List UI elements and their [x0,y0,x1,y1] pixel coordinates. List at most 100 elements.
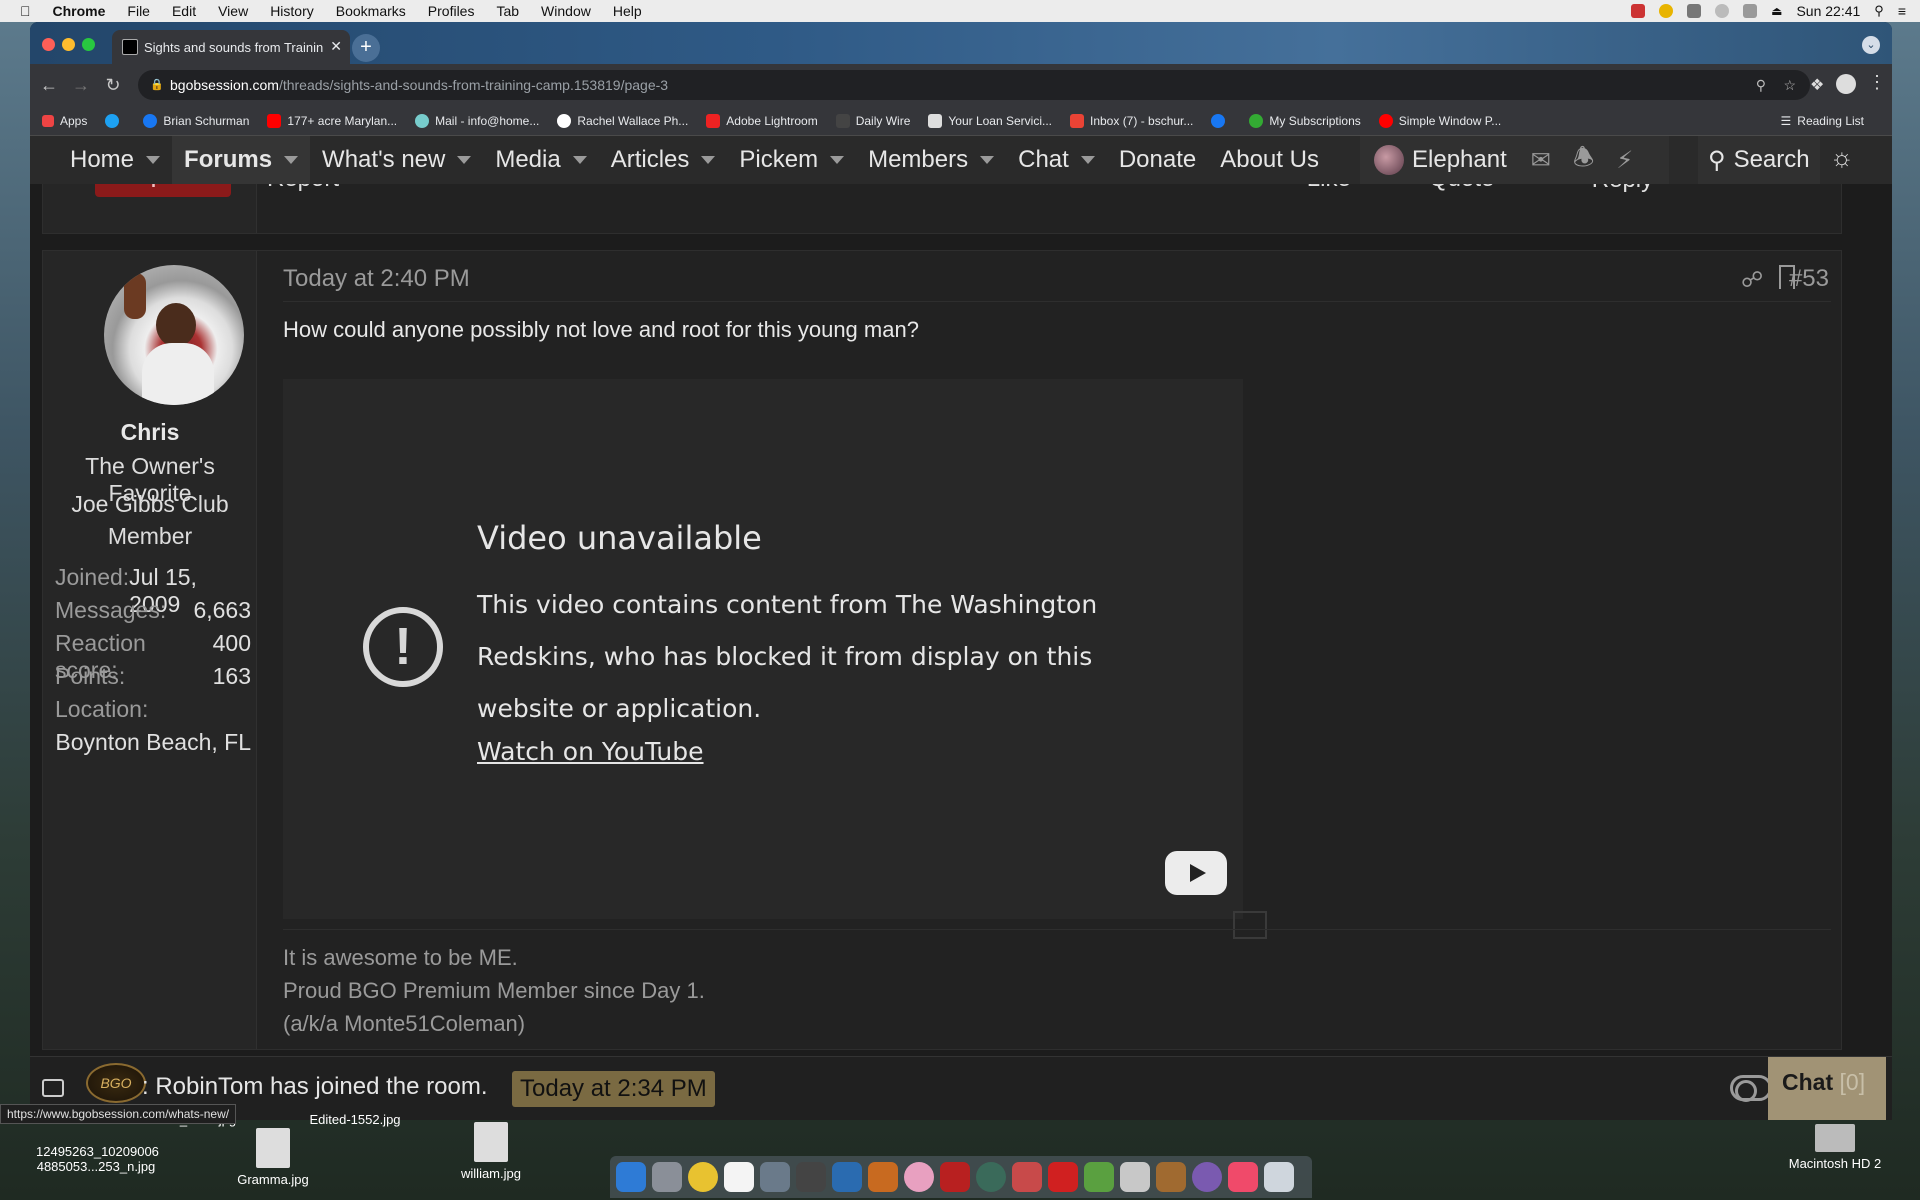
launchpad-icon[interactable] [652,1162,682,1192]
share-icon[interactable]: ☍ [1741,267,1763,293]
control-center-icon[interactable]: ≡ [1898,3,1906,19]
calendar-icon[interactable] [724,1162,754,1192]
location-value[interactable]: Boynton Beach, FL [43,729,251,756]
maximize-window-button[interactable] [82,38,95,51]
trash-icon[interactable] [1264,1162,1294,1192]
bookmark-star-icon[interactable]: ☆ [1783,70,1796,100]
post-number[interactable]: #53 [1789,265,1829,293]
app-icon[interactable] [1084,1162,1114,1192]
extensions-icon[interactable]: ❖ [1810,75,1824,95]
apple-icon[interactable]:  [20,3,31,19]
nav-pickem[interactable]: Pickem [727,136,856,184]
desktop-file[interactable]: Edited-1552.jpg [300,1112,410,1127]
bookmark-twitter[interactable] [105,113,125,128]
menu-bookmarks[interactable]: Bookmarks [336,3,406,19]
app-icon[interactable] [832,1162,862,1192]
menu-history[interactable]: History [270,3,314,19]
pip-icon[interactable] [1233,911,1267,939]
bookmark-mail[interactable]: Mail - info@home... [415,113,539,128]
bookmark-apps[interactable]: Apps [42,114,87,128]
desktop-file[interactable]: william.jpg [446,1122,536,1181]
music-icon[interactable] [1228,1162,1258,1192]
app-icon[interactable] [760,1162,790,1192]
keynote-icon[interactable] [868,1162,898,1192]
menubar-clock[interactable]: Sun 22:41 [1796,3,1860,19]
user-avatar[interactable] [104,265,244,405]
nav-whats-new[interactable]: What's new [310,136,483,184]
author-name[interactable]: Chris [43,419,257,446]
chat-button[interactable]: Chat [0] [1768,1057,1886,1120]
address-bar[interactable]: 🔒 bgobsession.com/threads/sights-and-sou… [138,70,1810,100]
zoom-icon[interactable]: ⚲ [1756,70,1766,100]
reload-button[interactable]: ↻ [100,72,126,98]
eject-icon[interactable]: ⏏ [1771,4,1782,18]
close-tab-icon[interactable]: ✕ [330,38,342,55]
browser-tab[interactable]: Sights and sounds from Trainin ✕ [112,30,350,64]
tab-search-icon[interactable]: ⌄ [1862,36,1880,54]
stat-value[interactable]: 163 [213,663,251,690]
spotlight-search-icon[interactable]: ⚲ [1874,3,1884,19]
nav-home[interactable]: Home [58,136,172,184]
garageband-icon[interactable] [1156,1162,1186,1192]
nav-members[interactable]: Members [856,136,1006,184]
profile-avatar-icon[interactable] [1836,74,1856,94]
chevron-down-icon[interactable] [457,156,472,164]
nav-donate[interactable]: Donate [1107,136,1208,184]
style-toggle-bulb-icon[interactable]: ☼ [1830,142,1854,173]
volume-icon[interactable] [1687,4,1702,18]
chat-toggle[interactable] [1730,1075,1772,1102]
nav-forums[interactable]: Forums [172,136,311,184]
nav-articles[interactable]: Articles [599,136,728,184]
preview-icon[interactable] [1120,1162,1150,1192]
minimize-window-button[interactable] [62,38,75,51]
stat-value[interactable]: 6,663 [193,597,251,624]
photos-icon[interactable] [904,1162,934,1192]
watch-on-youtube-link[interactable]: Watch on YouTube [477,737,704,766]
time-machine-icon[interactable] [1715,4,1730,18]
bell-icon[interactable]: 🕭︎ [1573,140,1594,181]
search-button[interactable]: ⚲ Search [1698,136,1820,184]
menu-window[interactable]: Window [541,3,591,19]
lightning-icon[interactable]: ⚡︎ [1616,146,1633,175]
menu-tab[interactable]: Tab [496,3,519,19]
desktop-file[interactable]: Gramma.jpg [228,1128,318,1187]
nav-chat[interactable]: Chat [1006,136,1107,184]
embedded-video[interactable]: ! Video unavailable This video contains … [283,379,1243,919]
bookmark-simple-window[interactable]: Simple Window P... [1378,113,1501,128]
youtube-play-icon[interactable] [1165,851,1227,895]
chevron-down-icon[interactable] [146,156,161,164]
desktop-drive[interactable]: Macintosh HD 2 [1780,1124,1890,1171]
bookmark-facebook[interactable] [1211,113,1231,128]
nav-media[interactable]: Media [483,136,598,184]
bookmark-facebook-brian[interactable]: Brian Schurman [143,113,249,128]
browser-menu-icon[interactable]: ⋮ [1868,72,1886,93]
post-date[interactable]: Today at 2:40 PM [283,265,470,293]
fl-studio-icon[interactable] [1048,1162,1078,1192]
reading-list-button[interactable]: ☰ Reading List [1781,114,1864,128]
menu-edit[interactable]: Edit [172,3,196,19]
bookmark-youtube-acre[interactable]: 177+ acre Marylan... [267,113,397,128]
app-icon[interactable] [1012,1162,1042,1192]
bookmark-my-subscriptions[interactable]: My Subscriptions [1249,113,1361,128]
chevron-down-icon[interactable] [572,156,587,164]
app-icon[interactable] [1192,1162,1222,1192]
back-button[interactable]: ← [36,72,62,98]
bookmark-inbox[interactable]: Inbox (7) - bschur... [1070,113,1193,128]
video-editor-icon[interactable] [796,1162,826,1192]
chevron-down-icon[interactable] [284,156,299,164]
bookmark-daily-wire[interactable]: Daily Wire [835,113,910,128]
menu-view[interactable]: View [218,3,248,19]
menu-help[interactable]: Help [613,3,642,19]
chevron-down-icon[interactable] [1080,156,1095,164]
nav-about-us[interactable]: About Us [1208,136,1331,184]
acrobat-icon[interactable] [940,1162,970,1192]
finder-icon[interactable] [616,1162,646,1192]
close-window-button[interactable] [42,38,55,51]
chat-message-icon[interactable] [42,1079,64,1097]
chrome-icon[interactable] [688,1162,718,1192]
forward-button[interactable]: → [68,72,94,98]
bookmark-loan-servicing[interactable]: Your Loan Servici... [928,113,1052,128]
account-menu[interactable]: Elephant [1374,145,1507,175]
bluetooth-icon[interactable] [1743,4,1758,18]
time-machine-icon[interactable] [976,1162,1006,1192]
